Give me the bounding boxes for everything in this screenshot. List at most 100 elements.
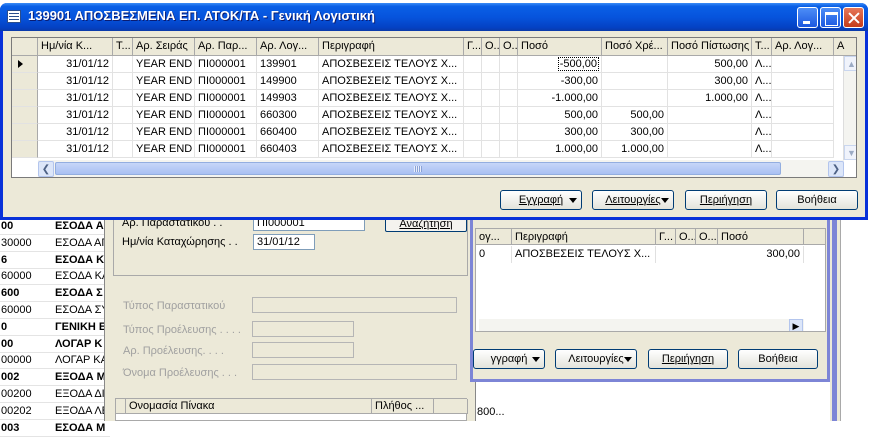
table-cell[interactable] xyxy=(500,141,518,158)
table-cell[interactable]: 660400 xyxy=(257,124,319,141)
table-cell[interactable] xyxy=(668,107,752,124)
column-header[interactable]: Ποσό Πίστωσης xyxy=(668,38,752,56)
table-cell[interactable] xyxy=(113,141,133,158)
column-header[interactable]: Ποσό xyxy=(518,38,602,56)
table-cell[interactable]: 500,00 xyxy=(668,56,752,73)
table-cell[interactable]: 660300 xyxy=(257,107,319,124)
table-cell[interactable]: Λ... xyxy=(752,124,772,141)
posting-date-field[interactable]: 31/01/12 xyxy=(253,234,315,250)
table-cell[interactable] xyxy=(113,73,133,90)
table-cell[interactable] xyxy=(772,107,834,124)
table-cell[interactable] xyxy=(464,107,482,124)
table-cell[interactable] xyxy=(772,90,834,107)
table-cell[interactable]: 31/01/12 xyxy=(38,141,113,158)
table-cell[interactable] xyxy=(482,141,500,158)
column-header[interactable]: Ποσό Χρέ... xyxy=(602,38,668,56)
account-list-row[interactable]: 002 ΕΞΟΔΑ Μ xyxy=(0,369,110,387)
account-list-row[interactable]: 6 ΕΣΟΔΑ Κ xyxy=(0,252,110,269)
bg-hscroll[interactable] xyxy=(479,319,804,331)
row-selector[interactable] xyxy=(12,141,38,158)
table-cell[interactable]: YEAR END xyxy=(133,73,195,90)
table-cell[interactable]: 31/01/12 xyxy=(38,56,113,73)
table-cell[interactable] xyxy=(482,90,500,107)
scroll-left-icon[interactable]: ❮ xyxy=(38,161,54,177)
account-list-row[interactable]: 60000 ΕΣΟΔΑ ΚΑ xyxy=(0,268,110,286)
table-cell[interactable] xyxy=(113,90,133,107)
table-cell[interactable] xyxy=(464,73,482,90)
table-cell[interactable] xyxy=(500,124,518,141)
table-cell[interactable] xyxy=(602,56,668,73)
table-cell[interactable]: ΑΠΟΣΒΕΣΕΙΣ ΤΕΛΟΥΣ Χ... xyxy=(319,107,464,124)
table-cell[interactable] xyxy=(500,73,518,90)
table-cell[interactable]: ΠΙ000001 xyxy=(195,73,257,90)
table-cell[interactable]: 1.000,00 xyxy=(602,141,668,158)
table-cell[interactable]: 31/01/12 xyxy=(38,107,113,124)
row-selector[interactable] xyxy=(12,56,38,73)
table-cell[interactable] xyxy=(668,141,752,158)
table-cell[interactable]: -500,00 xyxy=(518,56,602,73)
table-cell[interactable]: Λ... xyxy=(752,56,772,73)
bg-help-button[interactable]: Βοήθεια xyxy=(738,349,818,369)
column-header[interactable]: Ημ/νία Κ... xyxy=(38,38,113,56)
table-cell[interactable]: Λ... xyxy=(752,73,772,90)
bg-cell[interactable]: ΑΠΟΣΒΕΣΕΙΣ ΤΕΛΟΥΣ Χ... xyxy=(512,246,656,263)
table-cell[interactable]: 31/01/12 xyxy=(38,73,113,90)
minimize-icon[interactable] xyxy=(797,7,818,28)
table-cell[interactable] xyxy=(482,124,500,141)
account-list-row[interactable]: 003 ΕΣΟΔΑ Μ xyxy=(0,420,110,437)
column-header[interactable]: Α xyxy=(834,38,856,56)
table-cell[interactable]: 1.000,00 xyxy=(518,141,602,158)
table-cell[interactable]: YEAR END xyxy=(133,56,195,73)
table-cell[interactable]: 149900 xyxy=(257,73,319,90)
bg-cell[interactable]: 0 xyxy=(476,246,512,263)
table-cell[interactable] xyxy=(113,56,133,73)
column-header[interactable]: Αρ. Παρ... xyxy=(195,38,257,56)
table-cell[interactable] xyxy=(464,56,482,73)
table-cell[interactable]: ΑΠΟΣΒΕΣΕΙΣ ΤΕΛΟΥΣ Χ... xyxy=(319,141,464,158)
column-header[interactable]: Ο... xyxy=(482,38,500,56)
table-cell[interactable]: 149903 xyxy=(257,90,319,107)
navigate-button[interactable]: Περιήγηση xyxy=(685,190,767,210)
table-cell[interactable]: 139901 xyxy=(257,56,319,73)
close-icon[interactable] xyxy=(843,7,864,28)
column-header[interactable]: Αρ. Λογ... xyxy=(772,38,834,56)
account-list-row[interactable]: 60000 ΕΣΟΔΑ ΣΥ xyxy=(0,302,110,319)
table-cell[interactable]: -1.000,00 xyxy=(518,90,602,107)
row-selector[interactable] xyxy=(12,73,38,90)
table-cell[interactable]: 300,00 xyxy=(602,124,668,141)
table-cell[interactable]: YEAR END xyxy=(133,90,195,107)
scroll-right-icon[interactable]: ▶ xyxy=(789,319,803,331)
account-list-row[interactable]: 00202 ΕΞΟΔΑ ΛΕ xyxy=(0,403,110,420)
table-cell[interactable]: 31/01/12 xyxy=(38,90,113,107)
column-header[interactable]: Ο... xyxy=(500,38,518,56)
table-cell[interactable] xyxy=(500,56,518,73)
account-list-row[interactable]: 30000 ΕΣΟΔΑ ΑΠ xyxy=(0,235,110,252)
table-cell[interactable]: ΑΠΟΣΒΕΣΕΙΣ ΤΕΛΟΥΣ Χ... xyxy=(319,124,464,141)
functions-button[interactable]: Λειτουργίες xyxy=(592,190,674,210)
table-cell[interactable]: YEAR END xyxy=(133,141,195,158)
table-cell[interactable] xyxy=(464,124,482,141)
table-cell[interactable]: ΠΙ000001 xyxy=(195,90,257,107)
table-cell[interactable]: Λ... xyxy=(752,90,772,107)
table-cell[interactable]: ΠΙ000001 xyxy=(195,141,257,158)
column-header[interactable]: Τ... xyxy=(113,38,133,56)
table-cell[interactable] xyxy=(500,107,518,124)
table-cell[interactable] xyxy=(482,73,500,90)
table-cell[interactable] xyxy=(482,107,500,124)
table-cell[interactable] xyxy=(602,73,668,90)
scroll-down-icon[interactable]: ▼ xyxy=(844,145,856,160)
entry-button[interactable]: Εγγραφή xyxy=(500,190,582,210)
table-cell[interactable] xyxy=(500,90,518,107)
table-cell[interactable]: 300,00 xyxy=(668,73,752,90)
column-header[interactable]: Αρ. Σειράς xyxy=(133,38,195,56)
table-cell[interactable] xyxy=(482,56,500,73)
table-cell[interactable]: 500,00 xyxy=(602,107,668,124)
vertical-scrollbar[interactable]: ▲ ▼ xyxy=(843,56,856,160)
table-cell[interactable] xyxy=(464,90,482,107)
column-header[interactable]: Τ... xyxy=(752,38,772,56)
title-bar[interactable]: 139901 ΑΠΟΣΒΕΣΜΕΝΑ ΕΠ. ΑΤΟΚ/ΤΑ - Γενική … xyxy=(0,3,868,31)
column-header[interactable]: Αρ. Λογ... xyxy=(257,38,319,56)
table-cell[interactable]: 500,00 xyxy=(518,107,602,124)
table-cell[interactable]: 660403 xyxy=(257,141,319,158)
horizontal-scrollbar[interactable]: ❮ ❯ xyxy=(38,160,844,177)
